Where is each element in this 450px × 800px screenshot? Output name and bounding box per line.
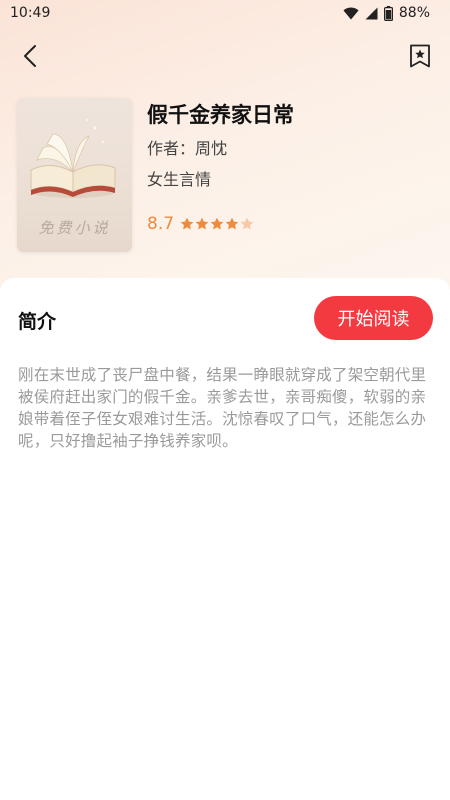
book-category: 女生言情 (147, 170, 212, 189)
book-synopsis: 刚在末世成了丧尸盘中餐，结果一睁眼就穿成了架空朝代里被侯府赶出家门的假千金。亲爹… (18, 366, 427, 450)
battery-percent: 88% (398, 5, 430, 21)
bookmark-star-icon (409, 44, 431, 72)
star-filled-icon (225, 215, 239, 234)
cover-watermark-text: 免费小说 (38, 219, 111, 237)
start-reading-button[interactable]: 开始阅读 (314, 296, 433, 340)
bookmark-button[interactable] (404, 42, 436, 74)
star-empty-icon (240, 215, 254, 234)
book-author: 作者：周忱 (147, 139, 228, 158)
signal-icon (365, 7, 378, 20)
status-icons: 88% (343, 5, 430, 21)
intro-heading: 简介 (18, 311, 57, 333)
star-filled-icon (210, 215, 224, 234)
status-time: 10:49 (10, 5, 51, 21)
book-cover[interactable]: 免费小说 (17, 98, 132, 252)
status-bar: 10:49 88% (0, 0, 450, 26)
rating-row: 8.7 (147, 214, 254, 234)
chevron-left-icon (23, 44, 37, 72)
back-button[interactable] (14, 42, 46, 74)
battery-icon (383, 5, 393, 21)
rating-stars (180, 215, 254, 234)
star-filled-icon (180, 215, 194, 234)
rating-value: 8.7 (147, 214, 175, 234)
wifi-icon (343, 7, 359, 20)
book-title: 假千金养家日常 (147, 103, 294, 127)
star-filled-icon (195, 215, 209, 234)
content-sheet (0, 278, 450, 800)
